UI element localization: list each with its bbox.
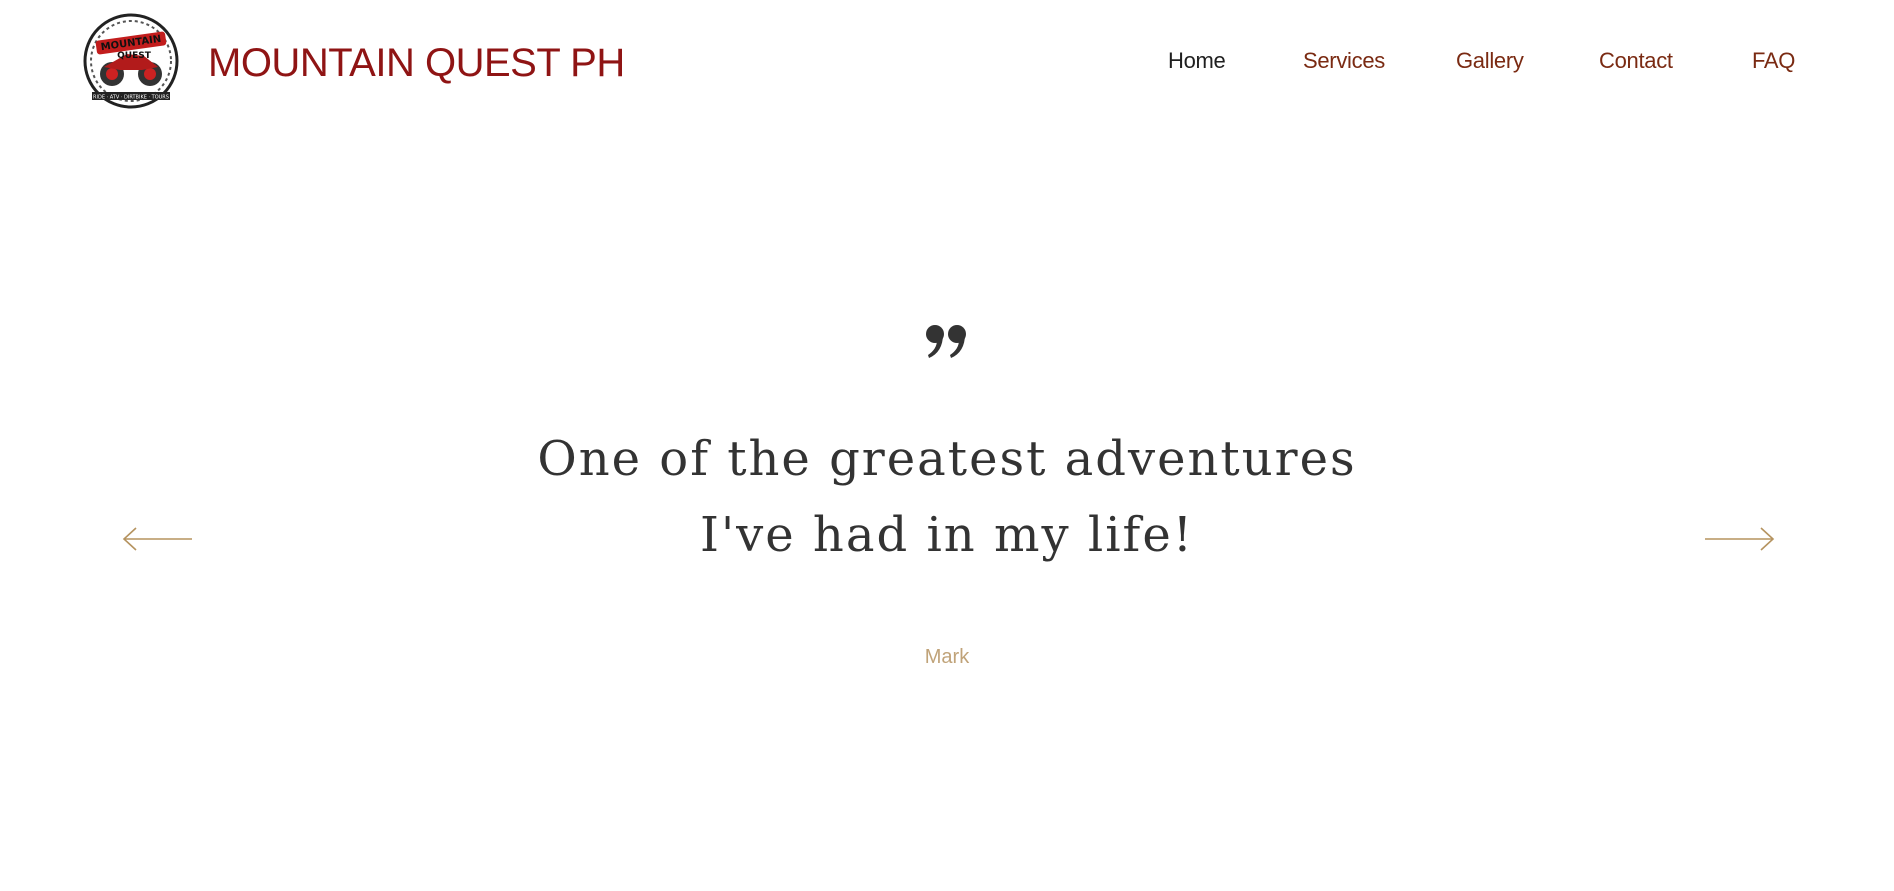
site-header: MOUNTAIN QUEST RIDE · ATV · DIRTBIKE · T… [0, 0, 1894, 125]
site-title[interactable]: MOUNTAIN QUEST PH [208, 38, 625, 88]
nav-item-gallery[interactable]: Gallery [1456, 46, 1524, 76]
svg-text:RIDE · ATV · DIRTBIKE · TOURS: RIDE · ATV · DIRTBIKE · TOURS [93, 95, 169, 101]
nav-item-faq[interactable]: FAQ [1752, 46, 1795, 76]
nav-item-services[interactable]: Services [1303, 46, 1385, 76]
testimonial-quote: One of the greatest adventures I've had … [447, 421, 1447, 573]
quotation-mark-icon [926, 325, 966, 358]
arrow-left-icon[interactable] [122, 525, 194, 553]
site-logo[interactable]: MOUNTAIN QUEST RIDE · ATV · DIRTBIKE · T… [82, 12, 180, 110]
testimonial-quote-line-2: I've had in my life! [699, 507, 1195, 563]
nav-item-home[interactable]: Home [1168, 46, 1226, 76]
arrow-right-icon[interactable] [1703, 525, 1775, 553]
svg-text:QUEST: QUEST [117, 51, 152, 61]
testimonial-author: Mark [924, 646, 970, 668]
nav-item-contact[interactable]: Contact [1599, 46, 1673, 76]
testimonial-quote-line-1: One of the greatest adventures [537, 431, 1357, 487]
